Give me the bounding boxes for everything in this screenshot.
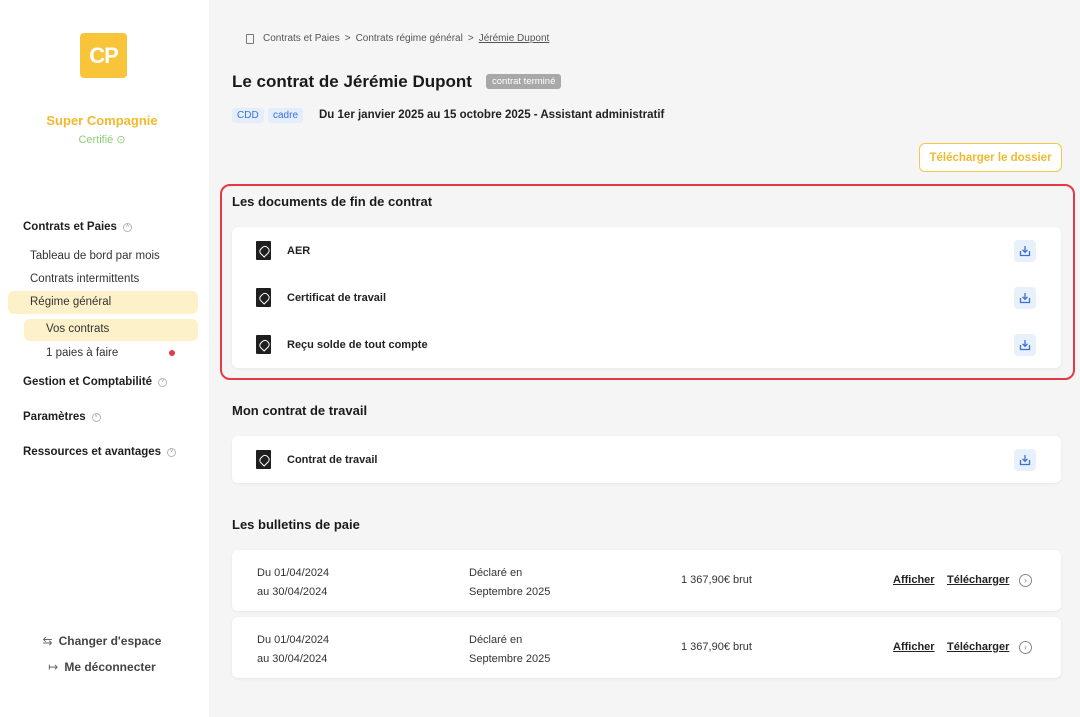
page-title: Le contrat de Jérémie Dupont: [232, 72, 472, 91]
sidebar-item-regime[interactable]: Régime général: [30, 296, 111, 308]
logo-text: CP: [89, 42, 119, 68]
payslip-period: Du 01/04/2024 au 30/04/2024: [257, 631, 329, 669]
pdf-icon: [256, 450, 271, 469]
breadcrumb-regime[interactable]: Contrats régime général: [356, 33, 463, 44]
mon-contrat-card: Contrat de travail: [232, 436, 1061, 483]
nav-section-label: Gestion et Comptabilité: [23, 376, 153, 388]
pdf-icon: [256, 288, 271, 307]
logout-label: Me déconnecter: [64, 660, 156, 674]
fin-contrat-card: AER Certificat de travail Reçu solde de …: [232, 227, 1061, 368]
nav-section-parametres[interactable]: Paramètres ˅: [23, 411, 101, 423]
status-badge: contrat terminé: [486, 74, 562, 89]
sidebar-item-vos-contrats[interactable]: Vos contrats: [46, 323, 109, 335]
chevron-right-icon[interactable]: ›: [1019, 641, 1032, 654]
changer-espace-link[interactable]: ⇆ Changer d'espace: [0, 634, 204, 648]
contract-summary: Du 1er janvier 2025 au 15 octobre 2025 -…: [319, 109, 665, 121]
breadcrumb-separator: >: [467, 33, 474, 44]
document-name: Contrat de travail: [287, 453, 378, 466]
certified-status: Certifié ⊙: [0, 133, 204, 146]
download-icon: [1019, 245, 1031, 256]
payslip-row: Du 01/04/2024 au 30/04/2024 Déclaré en Sep…: [232, 550, 1061, 611]
sidebar-item-paies[interactable]: 1 paies à faire: [46, 347, 118, 359]
period-to: au 30/04/2024: [257, 653, 328, 665]
payslip-declared: Déclaré en Septembre 2025: [469, 564, 550, 602]
document-row: Reçu solde de tout compte: [232, 321, 1061, 368]
pdf-icon: [256, 241, 271, 260]
chevron-right-icon[interactable]: ›: [1019, 574, 1032, 587]
download-folder-button[interactable]: Télécharger le dossier: [919, 143, 1062, 172]
document-name: Reçu solde de tout compte: [287, 338, 428, 351]
download-button[interactable]: [1014, 239, 1036, 262]
certified-label: Certifié: [78, 134, 114, 146]
download-button[interactable]: [1014, 333, 1036, 356]
nav-section-contrats[interactable]: Contrats et Paies ˄: [23, 221, 132, 233]
tag-cadre: cadre: [268, 108, 304, 123]
document-row: AER: [232, 227, 1061, 274]
download-button[interactable]: [1014, 448, 1036, 471]
download-icon: [1019, 292, 1031, 303]
breadcrumb: Contrats et Paies > Contrats régime géné…: [246, 33, 549, 44]
nav-section-label: Paramètres: [23, 411, 86, 423]
document-row: Certificat de travail: [232, 274, 1061, 321]
document-row: Contrat de travail: [232, 436, 1061, 483]
sidebar-item-tableau[interactable]: Tableau de bord par mois: [30, 250, 160, 262]
nav-section-label: Contrats et Paies: [23, 221, 117, 233]
pdf-icon: [256, 335, 271, 354]
download-link[interactable]: Télécharger: [947, 641, 1009, 653]
section-title-fin-contrat: Les documents de fin de contrat: [232, 194, 433, 209]
section-title-mon-contrat: Mon contrat de travail: [232, 403, 368, 418]
document-name: AER: [287, 244, 311, 257]
payslip-declared: Déclaré en Septembre 2025: [469, 631, 550, 669]
company-logo[interactable]: CP: [80, 33, 127, 78]
breadcrumb-contrats[interactable]: Contrats et Paies: [263, 33, 340, 44]
download-button[interactable]: [1014, 286, 1036, 309]
declared-month: Septembre 2025: [469, 586, 551, 598]
period-from: Du 01/04/2024: [257, 634, 330, 646]
declared-label: Déclaré en: [469, 567, 523, 579]
download-icon: [1019, 454, 1031, 465]
period-from: Du 01/04/2024: [257, 567, 330, 579]
payslip-row: Du 01/04/2024 au 30/04/2024 Déclaré en Sep…: [232, 617, 1061, 678]
view-link[interactable]: Afficher: [893, 641, 935, 653]
notification-dot: [169, 350, 175, 356]
logout-icon: ↦: [48, 660, 59, 674]
check-circle-icon: ⊙: [116, 134, 126, 146]
declared-month: Septembre 2025: [469, 653, 551, 665]
section-title-bulletins: Les bulletins de paie: [232, 517, 360, 532]
swap-icon: ⇆: [42, 634, 53, 648]
document-icon: [246, 33, 254, 44]
nav-section-gestion[interactable]: Gestion et Comptabilité ˅: [23, 376, 168, 388]
logout-link[interactable]: ↦ Me déconnecter: [0, 660, 204, 674]
view-link[interactable]: Afficher: [893, 574, 935, 586]
company-name: Super Compagnie: [46, 113, 158, 128]
sidebar-item-intermittents[interactable]: Contrats intermittents: [30, 273, 139, 285]
nav-section-label: Ressources et avantages: [23, 446, 162, 458]
chevron-down-icon: ˅: [158, 377, 168, 387]
chevron-down-icon: ˅: [91, 412, 101, 422]
chevron-up-icon: ˄: [122, 222, 132, 232]
payslip-period: Du 01/04/2024 au 30/04/2024: [257, 564, 329, 602]
tag-cdd: CDD: [232, 108, 264, 123]
payslip-amount: 1 367,90€ brut: [681, 641, 752, 653]
chevron-down-icon: ˅: [167, 447, 177, 457]
breadcrumb-current[interactable]: Jérémie Dupont: [479, 33, 550, 44]
declared-label: Déclaré en: [469, 634, 523, 646]
breadcrumb-separator: >: [344, 33, 351, 44]
download-icon: [1019, 339, 1031, 350]
nav-section-ressources[interactable]: Ressources et avantages ˅: [23, 446, 177, 458]
document-name: Certificat de travail: [287, 291, 387, 304]
payslip-amount: 1 367,90€ brut: [681, 574, 752, 586]
download-link[interactable]: Télécharger: [947, 574, 1009, 586]
changer-espace-label: Changer d'espace: [58, 634, 162, 648]
period-to: au 30/04/2024: [257, 586, 328, 598]
sidebar: CP Super Compagnie Certifié ⊙ Contrats e…: [0, 0, 209, 717]
